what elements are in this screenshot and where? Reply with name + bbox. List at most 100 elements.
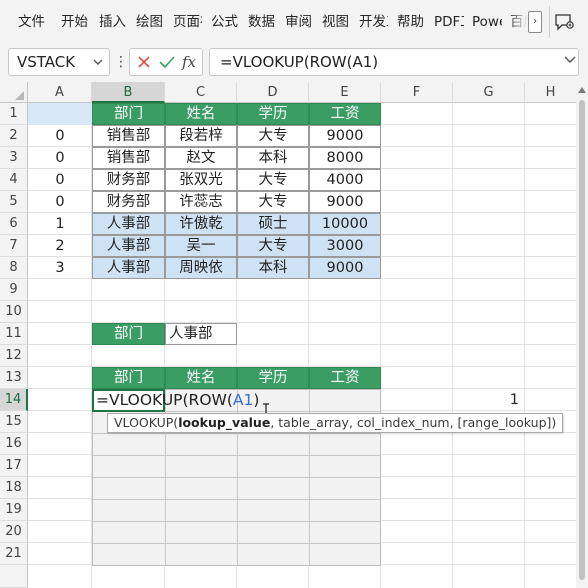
table-cell-highlighted[interactable]: 人事部: [92, 235, 165, 257]
column-header-h[interactable]: H: [525, 82, 576, 103]
ribbon-scroll-right-button[interactable]: ›: [528, 11, 542, 33]
table-cell[interactable]: 段若梓: [165, 125, 237, 147]
table-cell-highlighted[interactable]: 人事部: [92, 257, 165, 279]
column-header-f[interactable]: F: [381, 82, 453, 103]
table-cell-highlighted[interactable]: 硕士: [237, 213, 309, 235]
column-header-e[interactable]: E: [309, 82, 381, 103]
row-header-2[interactable]: 2: [0, 125, 28, 147]
criteria-value[interactable]: 人事部: [165, 323, 237, 345]
table-cell[interactable]: 本科: [237, 147, 309, 169]
cell-a3[interactable]: 0: [28, 147, 92, 169]
table-cell[interactable]: 销售部: [92, 125, 165, 147]
row-header-7[interactable]: 7: [0, 235, 28, 257]
table-cell[interactable]: 张双光: [165, 169, 237, 191]
scroll-up-arrow-icon[interactable]: [578, 87, 586, 93]
result-header-name[interactable]: 姓名: [165, 367, 237, 389]
row-header-13[interactable]: 13: [0, 367, 28, 389]
table-cell[interactable]: 许蕊志: [165, 191, 237, 213]
table-cell[interactable]: 9000: [309, 191, 381, 213]
comment-share-icon[interactable]: [554, 12, 576, 32]
table-header-name[interactable]: 姓名: [165, 103, 237, 125]
column-header-b[interactable]: B: [92, 82, 165, 103]
tab-power-pivot[interactable]: Power Pivot: [472, 0, 502, 44]
row-header-20[interactable]: 20: [0, 521, 28, 543]
row-header-12[interactable]: 12: [0, 345, 28, 367]
column-header-c[interactable]: C: [165, 82, 237, 103]
row-header-6[interactable]: 6: [0, 213, 28, 235]
tab-help[interactable]: 帮助: [397, 0, 425, 44]
table-cell-highlighted[interactable]: 9000: [309, 257, 381, 279]
row-header-19[interactable]: 19: [0, 499, 28, 521]
cell-a8[interactable]: 3: [28, 257, 92, 279]
row-header-9[interactable]: 9: [0, 279, 28, 301]
chevron-down-icon[interactable]: [92, 56, 104, 68]
row-header-4[interactable]: 4: [0, 169, 28, 191]
tab-home[interactable]: 开始: [61, 0, 89, 44]
table-cell-highlighted[interactable]: 10000: [309, 213, 381, 235]
cell-a2[interactable]: 0: [28, 125, 92, 147]
column-header-d[interactable]: D: [237, 82, 309, 103]
criteria-label[interactable]: 部门: [92, 323, 165, 345]
column-header-a[interactable]: A: [28, 82, 92, 103]
tab-pdf-tools[interactable]: PDF工具集: [434, 0, 464, 44]
expand-formula-bar-icon[interactable]: [563, 54, 577, 66]
result-header-dept[interactable]: 部门: [92, 367, 165, 389]
table-cell[interactable]: 大专: [237, 125, 309, 147]
tab-developer[interactable]: 开发工具: [359, 0, 388, 44]
row-header-18[interactable]: 18: [0, 477, 28, 499]
result-header-salary[interactable]: 工资: [309, 367, 381, 389]
cell-g14[interactable]: 1: [453, 389, 525, 411]
cell-a7[interactable]: 2: [28, 235, 92, 257]
row-header-15[interactable]: 15: [0, 411, 28, 433]
table-cell[interactable]: 财务部: [92, 169, 165, 191]
table-cell[interactable]: 9000: [309, 125, 381, 147]
table-cell[interactable]: 8000: [309, 147, 381, 169]
row-header-11[interactable]: 11: [0, 323, 28, 345]
select-all-corner[interactable]: [0, 82, 28, 103]
cell-edit-formula[interactable]: =VLOOKUP(ROW(A1): [96, 390, 259, 410]
table-cell[interactable]: 赵文: [165, 147, 237, 169]
row-header-3[interactable]: 3: [0, 147, 28, 169]
scrollbar-thumb[interactable]: [579, 100, 585, 580]
table-cell[interactable]: 4000: [309, 169, 381, 191]
tab-draw[interactable]: 绘图: [136, 0, 164, 44]
table-cell-highlighted[interactable]: 大专: [237, 235, 309, 257]
tab-insert[interactable]: 插入: [99, 0, 127, 44]
tab-data[interactable]: 数据: [248, 0, 276, 44]
tab-file[interactable]: 文件: [18, 0, 46, 44]
row-header-21[interactable]: 21: [0, 543, 28, 565]
column-header-g[interactable]: G: [453, 82, 525, 103]
cell-a1-selected[interactable]: [28, 103, 92, 125]
table-cell-highlighted[interactable]: 3000: [309, 235, 381, 257]
result-header-education[interactable]: 学历: [237, 367, 309, 389]
cell-a4[interactable]: 0: [28, 169, 92, 191]
tab-page-layout[interactable]: 页面布局: [173, 0, 202, 44]
tab-view[interactable]: 视图: [322, 0, 350, 44]
table-header-education[interactable]: 学历: [237, 103, 309, 125]
row-header-22[interactable]: [0, 565, 28, 588]
formula-input[interactable]: =VLOOKUP(ROW(A1): [209, 48, 579, 76]
cell-a5[interactable]: 0: [28, 191, 92, 213]
enter-check-icon[interactable]: [159, 55, 175, 69]
row-header-1[interactable]: 1: [0, 103, 28, 125]
table-header-salary[interactable]: 工资: [309, 103, 381, 125]
table-cell[interactable]: 大专: [237, 191, 309, 213]
tab-review[interactable]: 审阅: [285, 0, 313, 44]
tooltip-current-argument[interactable]: lookup_value: [178, 415, 270, 430]
table-header-dept[interactable]: 部门: [92, 103, 165, 125]
cell-a6[interactable]: 1: [28, 213, 92, 235]
row-header-17[interactable]: 17: [0, 455, 28, 477]
table-cell-highlighted[interactable]: 人事部: [92, 213, 165, 235]
row-header-10[interactable]: 10: [0, 301, 28, 323]
insert-function-icon[interactable]: fx: [182, 50, 196, 74]
row-header-5[interactable]: 5: [0, 191, 28, 213]
table-cell[interactable]: 大专: [237, 169, 309, 191]
table-cell-highlighted[interactable]: 本科: [237, 257, 309, 279]
table-cell-highlighted[interactable]: 周映依: [165, 257, 237, 279]
name-box[interactable]: VSTACK: [8, 48, 110, 76]
row-header-14[interactable]: 14: [0, 389, 28, 411]
table-cell[interactable]: 销售部: [92, 147, 165, 169]
more-options-icon[interactable]: ⋮: [114, 51, 128, 73]
table-cell[interactable]: 财务部: [92, 191, 165, 213]
table-cell-highlighted[interactable]: 吴一: [165, 235, 237, 257]
